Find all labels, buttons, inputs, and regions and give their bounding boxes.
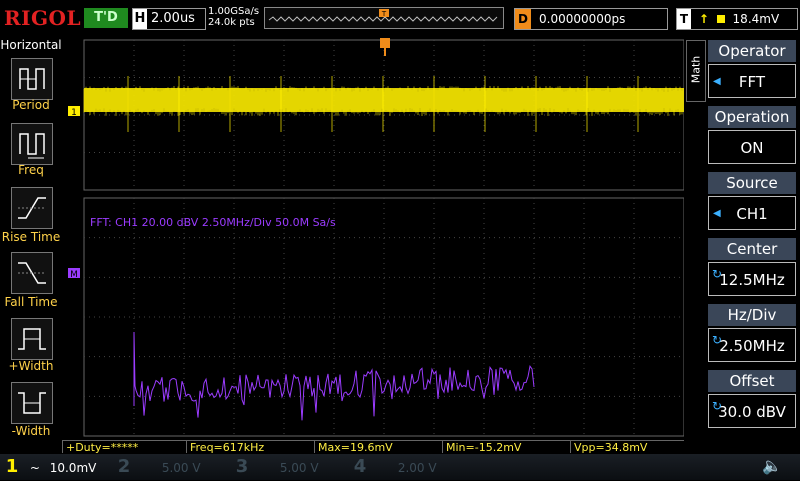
trigger-key: T (677, 9, 691, 29)
ch2-status[interactable]: 2 5.00 V (116, 454, 226, 480)
operator-title: Operator (708, 40, 796, 62)
fft-spectrum-trace (133, 331, 535, 421)
source-value-text: CH1 (736, 205, 768, 223)
math-menu-tab[interactable]: Math (686, 40, 706, 102)
delay-value: 0.00000000ps (539, 12, 626, 26)
positive-width-button[interactable] (11, 318, 53, 360)
ch4-number: 4 (353, 456, 367, 477)
math-tab-label: Math (689, 55, 703, 84)
math-marker-label: M (70, 270, 78, 280)
trigger-readout[interactable]: T ↑ 18.4mV (676, 8, 798, 30)
measure-max: Max=19.6mV (314, 440, 442, 454)
trigger-source-icon (716, 15, 725, 23)
measure-duty: +Duty=***** (62, 440, 186, 454)
panel-title: Horizontal (0, 38, 62, 52)
ch2-scale: 5.00 V (161, 461, 201, 475)
knob-icon: ↻ (712, 333, 723, 347)
offset-value[interactable]: ↻ 30.0 dBV (708, 394, 796, 428)
offset-value-text: 30.0 dBV (718, 403, 786, 421)
period-button[interactable] (11, 58, 53, 100)
center-value[interactable]: ↻ 12.5MHz (708, 262, 796, 296)
ch1-marker-label: 1 (71, 108, 77, 118)
positive-width-label: +Width (8, 359, 54, 373)
trigger-position-marker (380, 38, 390, 56)
memory-position-bar[interactable]: T (264, 7, 504, 29)
measure-vpp: Vpp=34.8mV (570, 440, 684, 454)
ch1-status[interactable]: 1 ~ 10.0mV (4, 454, 108, 480)
ch1-coupling: ~ (29, 461, 40, 475)
period-label: Period (12, 98, 50, 112)
freq-button[interactable] (11, 123, 53, 165)
trigger-level-value: 18.4mV (732, 12, 780, 26)
rise-time-icon (18, 197, 46, 219)
center-value-text: 12.5MHz (719, 271, 785, 289)
timebase-readout[interactable]: H 2.00us (132, 8, 206, 30)
freq-icon (19, 133, 45, 159)
negative-width-label: -Width (11, 424, 51, 438)
knob-icon: ↻ (712, 399, 723, 413)
speaker-icon[interactable]: 🔈 (762, 456, 786, 478)
ch1-number: 1 (5, 456, 19, 477)
source-value[interactable]: ◀ CH1 (708, 196, 796, 230)
measure-min: Min=-15.2mV (442, 440, 570, 454)
fft-settings-label: FFT: CH1 20.00 dBV 2.50MHz/Div 50.0M Sa/… (90, 216, 336, 229)
memory-waveform-icon: T (268, 9, 498, 22)
operation-value[interactable]: ON (708, 130, 796, 164)
operation-value-text: ON (740, 139, 764, 157)
knob-icon: ↻ (712, 267, 723, 281)
operator-value-text: FFT (738, 73, 766, 91)
rising-edge-icon: ↑ (698, 12, 709, 26)
timebase-key: H (133, 9, 147, 29)
hz-div-value-text: 2.50MHz (719, 337, 785, 355)
memory-depth: 24.0k pts (208, 17, 255, 28)
measure-freq: Freq=617kHz (186, 440, 314, 454)
ch4-status[interactable]: 4 2.00 V (352, 454, 462, 480)
ch3-status[interactable]: 3 5.00 V (234, 454, 344, 480)
ch1-waveform (83, 76, 684, 132)
svg-text:T: T (381, 10, 387, 18)
freq-label: Freq (18, 163, 44, 177)
delay-readout[interactable]: D 0.00000000ps (514, 8, 668, 30)
source-title: Source (708, 172, 796, 194)
rise-time-button[interactable] (11, 187, 53, 229)
fall-time-label: Fall Time (4, 295, 58, 309)
trigger-status-badge: T'D (84, 8, 128, 28)
waveform-display[interactable]: FFT: CH1 20.00 dBV 2.50MHz/Div 50.0M Sa/… (62, 36, 684, 440)
period-icon (19, 68, 45, 90)
operator-value[interactable]: ◀ FFT (708, 64, 796, 98)
ch1-scale: 10.0mV (49, 461, 97, 475)
negative-width-icon (18, 392, 46, 414)
ch4-scale: 2.00 V (397, 461, 437, 475)
negative-width-button[interactable] (11, 382, 53, 424)
sample-rate: 1.00GSa/s (208, 6, 260, 17)
fall-time-icon (18, 262, 46, 284)
delay-key: D (515, 9, 531, 29)
left-arrow-icon: ◀ (713, 76, 721, 87)
ch3-scale: 5.00 V (279, 461, 319, 475)
acquisition-info: 1.00GSa/s 24.0k pts (208, 6, 259, 28)
brand-logo: RIGOL (4, 6, 82, 30)
time-grid (84, 40, 684, 190)
positive-width-icon (18, 328, 46, 350)
fft-grid (84, 198, 684, 436)
rise-time-label: Rise Time (1, 230, 61, 244)
hz-div-value[interactable]: ↻ 2.50MHz (708, 328, 796, 362)
operation-title: Operation (708, 106, 796, 128)
ch2-number: 2 (117, 456, 131, 477)
ch3-number: 3 (235, 456, 249, 477)
fall-time-button[interactable] (11, 252, 53, 294)
timebase-value: 2.00us (151, 11, 195, 26)
left-arrow-icon: ◀ (713, 208, 721, 219)
